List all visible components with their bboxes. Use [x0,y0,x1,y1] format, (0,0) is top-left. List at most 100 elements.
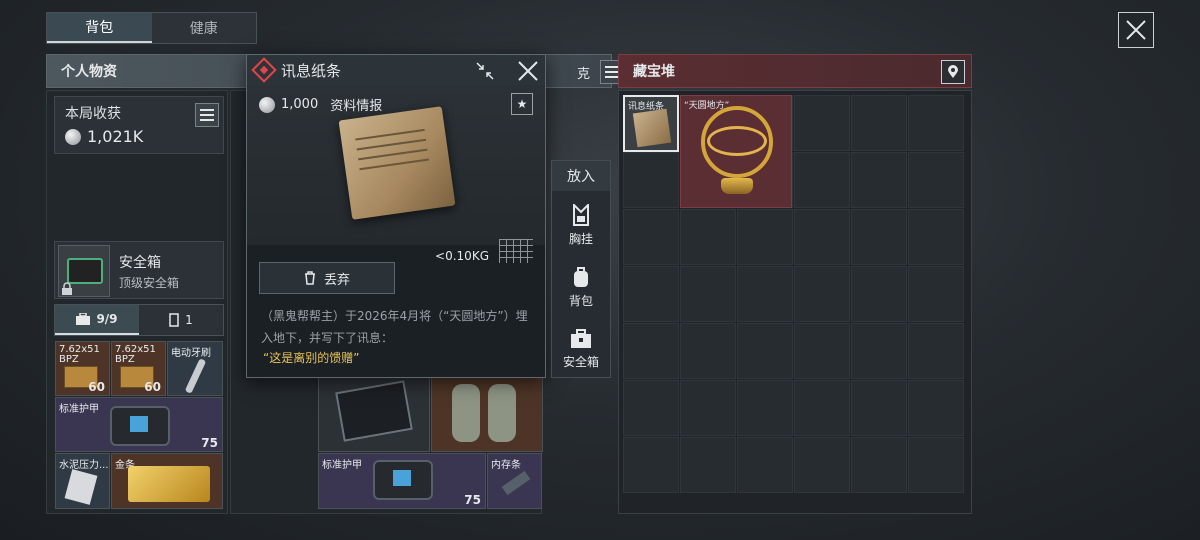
treasure-grid-cell[interactable] [680,266,736,322]
treasure-grid-cell[interactable] [794,95,850,151]
discard-label: 丢弃 [323,272,350,288]
treasure-grid-cell[interactable] [737,209,793,265]
treasure-grid-cell[interactable] [908,95,964,151]
treasure-grid-cell[interactable] [851,266,907,322]
treasure-grid-cell[interactable] [623,380,679,436]
treasure-grid-cell[interactable] [737,323,793,379]
item-description: （黑鬼帮帮主）于2026年4月将（“天圆地方”）埋入地下，并写下了讯息： [261,309,528,345]
rarity-diamond-icon [251,57,277,83]
treasure-grid-cell[interactable] [851,437,907,493]
treasure-grid-cell[interactable] [851,209,907,265]
item-size-grid-icon [499,239,533,263]
motherboard-item[interactable] [318,377,430,452]
put-backpack-label: 背包 [568,293,593,308]
item-label: 标准护甲 [322,460,362,471]
treasure-grid-cell[interactable] [794,266,850,322]
treasure-grid-cell[interactable] [851,323,907,379]
list-icon [605,66,619,78]
treasure-grid-cell[interactable] [623,323,679,379]
close-icon [1126,20,1146,40]
item-count: 75 [201,436,218,450]
treasure-grid-cell[interactable] [908,209,964,265]
price-row: 1,000 资料情报 [259,95,382,114]
treasure-grid-cell[interactable] [908,380,964,436]
discard-button[interactable]: 丢弃 [259,262,395,294]
header-suffix: 克 [577,67,591,82]
tab-backpack[interactable]: 背包 [47,13,152,43]
popup-title: 讯息纸条 [281,61,342,80]
favorite-button[interactable]: ★ [511,93,533,115]
memory-stick-item[interactable]: 内存条 [487,453,542,509]
treasure-note-item[interactable]: 讯息纸条 [623,95,679,152]
treasure-globe-item[interactable]: “天圆地方” [680,95,792,208]
treasure-grid-cell[interactable] [851,95,907,151]
treasure-grid-cell[interactable] [851,380,907,436]
lock-icon [62,282,72,295]
put-chest-rig-button[interactable]: 胸挂 [552,195,610,255]
treasure-grid-cell[interactable] [908,152,964,208]
treasure-grid-cell[interactable] [680,380,736,436]
item-preview: 1,000 资料情报 ★ <0.10KG [247,85,545,263]
tab-container[interactable]: 1 [139,305,223,335]
treasure-grid-cell[interactable] [680,437,736,493]
binoculars-item[interactable] [431,377,543,452]
coin-icon [259,96,275,113]
tab-toolbox[interactable]: 9/9 [55,305,139,335]
star-icon: ★ [516,97,528,111]
treasure-grid-cell[interactable] [623,437,679,493]
treasure-grid-cell[interactable] [908,437,964,493]
inventory-tabs: 9/9 1 [54,304,224,336]
close-button[interactable] [1118,12,1154,48]
loot-label: 本局收获 [65,106,121,122]
treasure-grid-cell[interactable] [794,323,850,379]
treasure-grid-cell[interactable] [623,152,679,208]
container-icon [169,313,179,327]
treasure-grid-cell[interactable] [623,209,679,265]
treasure-grid-cell[interactable] [623,266,679,322]
collapse-icon[interactable] [475,61,495,81]
item-weight: <0.10KG [435,249,489,263]
treasure-grid-cell[interactable] [794,152,850,208]
backpack-icon [574,266,588,287]
location-pin-icon [948,65,958,78]
cement-item[interactable]: 水泥压力... [55,453,110,509]
put-backpack-button[interactable]: 背包 [552,257,610,317]
put-in-menu: 放入 胸挂 背包 安全箱 [551,160,611,378]
treasure-grid-cell[interactable] [908,266,964,322]
treasure-grid-cell[interactable] [680,209,736,265]
treasure-grid-cell[interactable] [851,152,907,208]
treasure-grid-cell[interactable] [737,266,793,322]
treasure-grid-cell[interactable] [794,209,850,265]
item-quote: “这是离别的馈赠” [263,351,360,365]
electric-toothbrush-item[interactable]: 电动牙刷 [167,341,223,396]
loot-value-row: 1,021K [65,127,213,146]
location-button[interactable] [941,60,965,84]
safe-box-slot[interactable]: 安全箱 顶级安全箱 [54,241,224,299]
middle-armor-item[interactable]: 标准护甲 75 [318,453,486,509]
personal-supplies-title: 个人物资 [61,64,117,80]
item-label: 水泥压力... [59,460,109,471]
item-count: 60 [144,380,161,394]
popup-close-icon[interactable] [517,60,539,82]
toolbox-icon [76,313,91,325]
armillary-base [721,178,753,194]
treasure-grid-cell[interactable] [908,323,964,379]
tab-toolbox-count: 9/9 [96,312,118,326]
treasure-grid-cell[interactable] [680,323,736,379]
gold-bar-item[interactable]: 金条 [111,453,223,509]
ammo-item-2[interactable]: 7.62x51 BPZ 60 [111,341,166,396]
safe-box-image [58,245,110,297]
tab-health[interactable]: 健康 [152,13,257,43]
treasure-grid-cell[interactable] [794,380,850,436]
ammo-item-1[interactable]: 7.62x51 BPZ 60 [55,341,110,396]
item-label: 内存条 [491,460,521,471]
item-count: 75 [464,493,481,507]
treasure-grid-cell[interactable] [737,437,793,493]
put-in-title: 放入 [552,161,610,191]
item-price: 1,000 [281,97,319,112]
treasure-grid-cell[interactable] [794,437,850,493]
put-safebox-button[interactable]: 安全箱 [552,319,610,379]
standard-armor-item[interactable]: 标准护甲 75 [55,397,223,452]
loot-list-button[interactable] [195,103,219,127]
treasure-grid-cell[interactable] [737,380,793,436]
